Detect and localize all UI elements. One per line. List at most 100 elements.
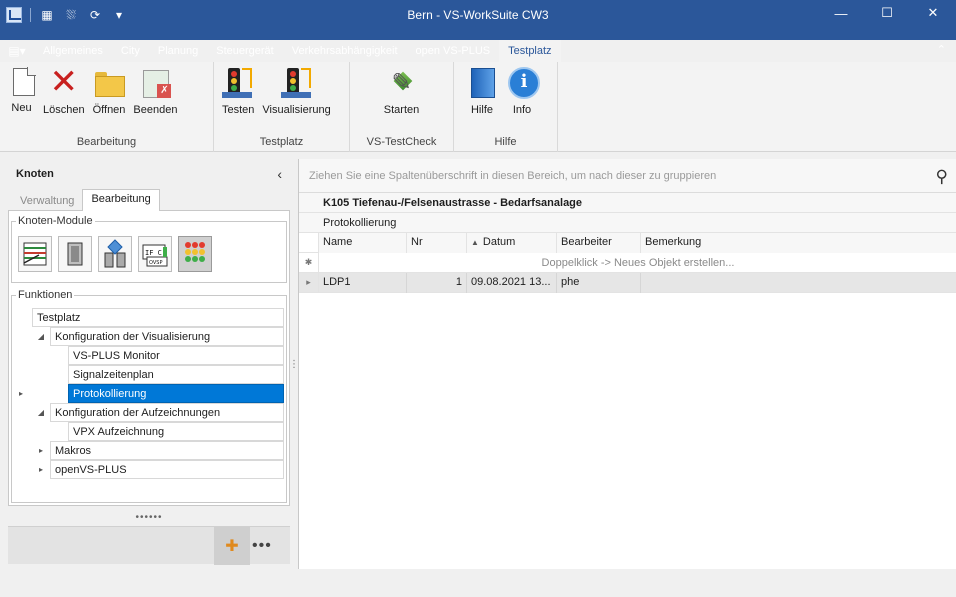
row-indicator-icon: ▸	[18, 389, 23, 398]
test-button[interactable]: Testen	[218, 66, 258, 116]
ribbon-group-vs-testcheck: Starten VS-TestCheck	[350, 62, 454, 152]
cell-datum[interactable]: 09.08.2021 13...	[467, 272, 557, 293]
search-icon[interactable]: ⚲	[936, 167, 948, 187]
signal-group-module-icon[interactable]	[178, 236, 212, 272]
tree-node-makros[interactable]: ▸ Makros	[14, 441, 284, 460]
grid-subcaption: Protokollierung	[299, 213, 956, 233]
more-options-icon[interactable]: •••	[252, 537, 272, 555]
file-menu-button[interactable]: ▤▾	[0, 40, 34, 62]
detector-module-icon[interactable]	[98, 236, 132, 272]
row-indicator-icon: ▸	[299, 272, 319, 293]
window-title: Bern - VS-WorkSuite CW3	[407, 8, 549, 22]
start-button[interactable]: Starten	[380, 66, 423, 116]
help-book-icon	[466, 66, 498, 98]
knoten-tabs: Verwaltung Bearbeitung	[8, 189, 290, 211]
tab-steuergeraet[interactable]: Steuergerät	[207, 40, 282, 62]
minimize-button[interactable]: —	[818, 0, 864, 26]
column-header-bemerkung[interactable]: Bemerkung	[641, 232, 956, 253]
svg-text:OVSP: OVSP	[149, 260, 162, 266]
status-bar	[0, 572, 956, 597]
tab-verkehrsabhaengigkeit[interactable]: Verkehrsabhängigkeit	[283, 40, 407, 62]
controller-cabinet-icon[interactable]	[58, 236, 92, 272]
funktionen-tree: Testplatz ◢ Konfiguration der Visualisie…	[14, 308, 284, 479]
cell-name[interactable]: LDP1	[319, 272, 407, 293]
grid-header-row: Name Nr ▲ Datum Bearbeiter Bemerkung	[299, 232, 956, 253]
info-button[interactable]: Info	[502, 66, 542, 116]
start-check-icon	[386, 66, 418, 98]
tab-bearbeitung[interactable]: Bearbeitung	[82, 189, 160, 211]
new-row-asterisk-icon: ✱	[299, 252, 319, 273]
knoten-pane-title: Knoten	[16, 168, 54, 180]
cell-bearbeiter[interactable]: phe	[557, 272, 641, 293]
collapsed-triangle-icon[interactable]: ▸	[36, 446, 46, 455]
traffic-light-visual-icon	[280, 66, 313, 98]
ribbon-tabs: ▤▾ Allgemeines City Planung Steuergerät …	[0, 40, 956, 62]
tab-verwaltung[interactable]: Verwaltung	[12, 192, 82, 210]
ribbon: Neu ✕ Löschen Öffnen Beenden Bearbeitung…	[0, 62, 956, 152]
delete-button[interactable]: ✕ Löschen	[39, 63, 89, 116]
tab-open-vs-plus[interactable]: open VS-PLUS	[407, 40, 500, 62]
column-header-name[interactable]: Name	[319, 232, 407, 253]
knoten-pane-footer: ✚ •••	[8, 526, 290, 565]
tree-item-protokollierung[interactable]: ▸ Protokollierung	[14, 384, 284, 403]
funktionen-legend: Funktionen	[16, 289, 75, 301]
new-item-hint: Doppelklick -> Neues Objekt erstellen...	[541, 256, 735, 269]
column-header-nr[interactable]: Nr	[407, 232, 467, 253]
title-bar: ▦ ⛆ ⟳ ▾ Bern - VS-WorkSuite CW3 — ☐ ✕	[0, 0, 956, 40]
ribbon-group-hilfe: Hilfe Info Hilfe	[454, 62, 558, 152]
ocit-module-icon[interactable]: IF C OVSP	[138, 236, 172, 272]
visualization-button[interactable]: Visualisierung	[258, 66, 334, 116]
group-label-vs-testcheck: VS-TestCheck	[366, 136, 437, 148]
group-label-bearbeitung: Bearbeitung	[76, 136, 137, 148]
new-button[interactable]: Neu	[4, 66, 39, 116]
svg-text:IF C: IF C	[145, 249, 162, 257]
ribbon-group-bearbeitung: Neu ✕ Löschen Öffnen Beenden Bearbeitung	[0, 62, 214, 152]
tree-node-visualisierung[interactable]: ◢ Konfiguration der Visualisierung	[14, 327, 284, 346]
cell-bemerkung[interactable]	[641, 273, 956, 293]
data-grid: K105 Tiefenau-/Felsenaustrasse - Bedarfs…	[299, 193, 956, 293]
knoten-module-group: Knoten-Module IF C OVSP	[11, 215, 287, 283]
collapse-ribbon-icon[interactable]: ⌃	[937, 43, 946, 56]
phase-diagram-icon[interactable]	[18, 236, 52, 272]
new-item-row[interactable]: ✱ Doppelklick -> Neues Objekt erstellen.…	[299, 252, 956, 273]
group-label-hilfe: Hilfe	[494, 136, 517, 148]
close-button[interactable]: ✕	[910, 0, 956, 26]
column-header-datum[interactable]: ▲ Datum	[467, 232, 557, 253]
tab-testplatz[interactable]: Testplatz	[499, 40, 561, 62]
collapsed-triangle-icon[interactable]: ▸	[36, 465, 46, 474]
tree-node-aufzeichnungen[interactable]: ◢ Konfiguration der Aufzeichnungen	[14, 403, 284, 422]
folder-icon	[93, 66, 125, 98]
tree-item-signalzeitenplan[interactable]: Signalzeitenplan	[14, 365, 284, 384]
cell-nr[interactable]: 1	[407, 272, 467, 293]
tree-item-vpx-aufzeichnung[interactable]: VPX Aufzeichnung	[14, 422, 284, 441]
grid-pane: Ziehen Sie eine Spaltenüberschrift in di…	[298, 159, 956, 569]
group-by-area[interactable]: Ziehen Sie eine Spaltenüberschrift in di…	[299, 159, 956, 193]
traffic-light-icon	[222, 66, 254, 98]
expanded-triangle-icon[interactable]: ◢	[36, 408, 46, 417]
add-icon[interactable]: ✚	[214, 527, 250, 565]
help-button[interactable]: Hilfe	[462, 66, 502, 116]
maximize-button[interactable]: ☐	[864, 0, 910, 26]
tree-item-vs-plus-monitor[interactable]: VS-PLUS Monitor	[14, 346, 284, 365]
splitter-handle[interactable]: ⋮	[289, 159, 299, 569]
column-header-bearbeiter[interactable]: Bearbeiter	[557, 232, 641, 253]
expanded-triangle-icon[interactable]: ◢	[36, 332, 46, 341]
funktionen-group: Funktionen Testplatz ◢ Konfiguration der…	[11, 289, 287, 503]
group-label-testplatz: Testplatz	[259, 136, 304, 148]
tab-allgemeines[interactable]: Allgemeines	[34, 40, 112, 62]
knoten-pane-header: Knoten ‹	[8, 159, 290, 189]
open-button[interactable]: Öffnen	[89, 66, 130, 116]
tab-planung[interactable]: Planung	[149, 40, 207, 62]
table-row[interactable]: ▸ LDP1 1 09.08.2021 13... phe	[299, 272, 956, 293]
tab-city[interactable]: City	[112, 40, 149, 62]
sort-ascending-icon: ▲	[471, 237, 479, 247]
tree-root[interactable]: Testplatz	[14, 308, 284, 327]
delete-icon: ✕	[49, 63, 79, 101]
collapse-pane-icon[interactable]: ‹	[277, 166, 282, 182]
tree-node-openvs-plus[interactable]: ▸ openVS-PLUS	[14, 460, 284, 479]
header-indicator	[299, 232, 319, 253]
group-by-hint: Ziehen Sie eine Spaltenüberschrift in di…	[309, 169, 717, 182]
knoten-module-legend: Knoten-Module	[16, 215, 95, 227]
pane-resize-grip[interactable]: ••••••	[8, 512, 290, 524]
exit-button[interactable]: Beenden	[129, 66, 181, 116]
